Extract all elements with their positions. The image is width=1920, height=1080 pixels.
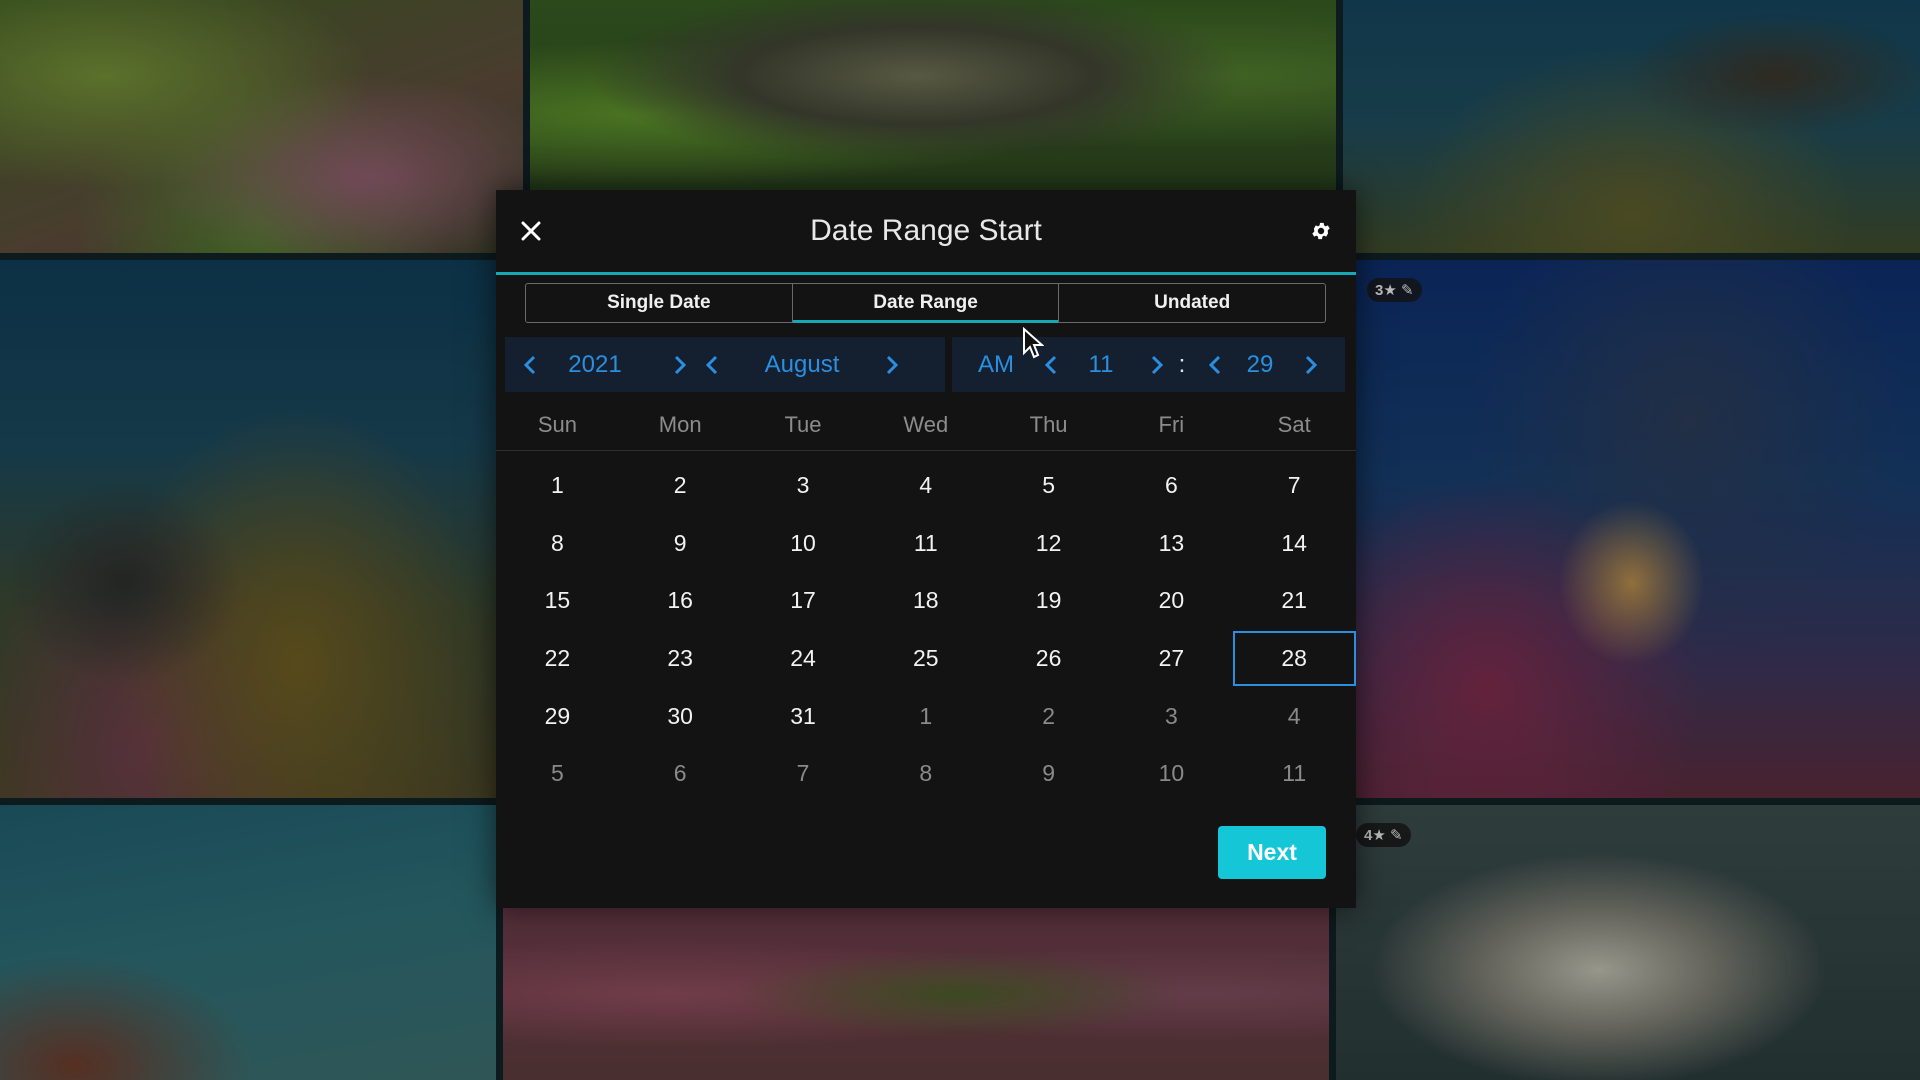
calendar-week: 5 6 7 8 9 10 11 [496,745,1356,803]
tab-single-date[interactable]: Single Date [526,284,792,322]
hour-next-chevron-icon[interactable] [1142,345,1172,385]
next-button[interactable]: Next [1218,826,1326,879]
calendar-day[interactable]: 8 [496,515,619,573]
calendar-day[interactable]: 21 [1233,572,1356,630]
gear-icon[interactable] [1308,218,1334,244]
mode-tabs: Single Date Date Range Undated [525,283,1326,323]
calendar-day-selected[interactable]: 28 [1232,631,1356,687]
calendar-day[interactable]: 25 [864,630,987,688]
calendar-day-next-month[interactable]: 1 [864,687,987,745]
photo-tile[interactable]: 3★ ✎ [1343,260,1920,798]
weekday-header: Sun Mon Tue Wed Thu Fri Sat [496,402,1356,448]
calendar-week: 8 9 10 11 12 13 14 [496,515,1356,573]
photo-tile[interactable] [1343,0,1920,253]
calendar-day[interactable]: 27 [1110,630,1233,688]
photo-tile[interactable] [0,0,523,253]
time-picker-bar: AM 11 : 29 [952,337,1345,392]
calendar-week: 22 23 24 25 26 27 28 [496,630,1356,688]
calendar-day[interactable]: 22 [496,630,619,688]
calendar-day-next-month[interactable]: 7 [742,745,865,803]
calendar-day[interactable]: 4 [864,457,987,515]
month-prev-chevron-icon[interactable] [697,345,727,385]
dialog-header: Date Range Start [496,190,1356,274]
calendar-day[interactable]: 2 [619,457,742,515]
calendar-day-next-month[interactable]: 4 [1233,687,1356,745]
photo-tile[interactable] [530,0,1336,190]
calendar-day[interactable]: 19 [987,572,1110,630]
rating-badge: 3★ ✎ [1367,278,1422,302]
calendar-day[interactable]: 29 [496,687,619,745]
photo-tile[interactable] [503,908,1329,1080]
weekday-label: Fri [1158,412,1185,437]
calendar-divider [496,450,1356,451]
calendar-day[interactable]: 1 [496,457,619,515]
date-range-dialog: Date Range Start Single Date Date Range … [496,190,1356,908]
dialog-title: Date Range Start [810,214,1042,247]
calendar-day[interactable]: 31 [742,687,865,745]
photo-tile[interactable] [0,805,496,1080]
minute-next-chevron-icon[interactable] [1296,345,1326,385]
header-accent-line [496,272,1356,275]
calendar-day[interactable]: 26 [987,630,1110,688]
rating-badge: 4★ ✎ [1356,823,1411,847]
calendar-day[interactable]: 6 [1110,457,1233,515]
year-value[interactable]: 2021 [545,351,645,379]
date-picker-bar: 2021 August [505,337,945,392]
calendar-day-next-month[interactable]: 8 [864,745,987,803]
calendar-day[interactable]: 20 [1110,572,1233,630]
calendar-week: 15 16 17 18 19 20 21 [496,572,1356,630]
calendar-day[interactable]: 10 [742,515,865,573]
calendar-week: 29 30 31 1 2 3 4 [496,687,1356,745]
calendar-day[interactable]: 14 [1233,515,1356,573]
calendar-day[interactable]: 11 [864,515,987,573]
tab-undated[interactable]: Undated [1058,284,1325,322]
calendar-day-next-month[interactable]: 10 [1110,745,1233,803]
month-value[interactable]: August [727,351,877,379]
year-prev-chevron-icon[interactable] [515,345,545,385]
calendar-day-next-month[interactable]: 9 [987,745,1110,803]
calendar-day[interactable]: 13 [1110,515,1233,573]
minute-prev-chevron-icon[interactable] [1200,345,1230,385]
weekday-label: Sun [537,412,577,437]
month-next-chevron-icon[interactable] [877,345,907,385]
time-separator: : [1178,350,1186,378]
calendar-day[interactable]: 15 [496,572,619,630]
pencil-icon: ✎ [1396,282,1414,299]
hour-value[interactable]: 11 [1066,351,1136,379]
minute-value[interactable]: 29 [1230,351,1290,379]
calendar-day[interactable]: 7 [1233,457,1356,515]
calendar-week: 1 2 3 4 5 6 7 [496,457,1356,515]
weekday-label: Tue [784,412,822,437]
calendar-day-next-month[interactable]: 2 [987,687,1110,745]
calendar-day-next-month[interactable]: 5 [496,745,619,803]
calendar-day[interactable]: 23 [619,630,742,688]
tab-date-range[interactable]: Date Range [791,284,1059,323]
weekday-label: Thu [1029,412,1068,437]
calendar-day-next-month[interactable]: 3 [1110,687,1233,745]
calendar-day[interactable]: 17 [742,572,865,630]
calendar-day[interactable]: 3 [742,457,865,515]
weekday-label: Sat [1277,412,1311,437]
calendar-day[interactable]: 16 [619,572,742,630]
weekday-label: Mon [658,412,702,437]
calendar-day[interactable]: 12 [987,515,1110,573]
calendar-day[interactable]: 24 [742,630,865,688]
photo-tile[interactable]: 4★ ✎ [1336,805,1920,1080]
year-next-chevron-icon[interactable] [665,345,695,385]
pencil-icon: ✎ [1385,827,1403,844]
calendar-grid: 1 2 3 4 5 6 7 8 9 10 11 12 13 14 15 16 1… [496,457,1356,803]
calendar-day[interactable]: 30 [619,687,742,745]
photo-tile[interactable] [0,260,496,798]
calendar-day-next-month[interactable]: 11 [1233,745,1356,803]
calendar-day[interactable]: 18 [864,572,987,630]
calendar-day[interactable]: 5 [987,457,1110,515]
mouse-cursor-icon [1023,327,1044,359]
weekday-label: Wed [903,412,949,437]
calendar-day[interactable]: 9 [619,515,742,573]
calendar-day-next-month[interactable]: 6 [619,745,742,803]
